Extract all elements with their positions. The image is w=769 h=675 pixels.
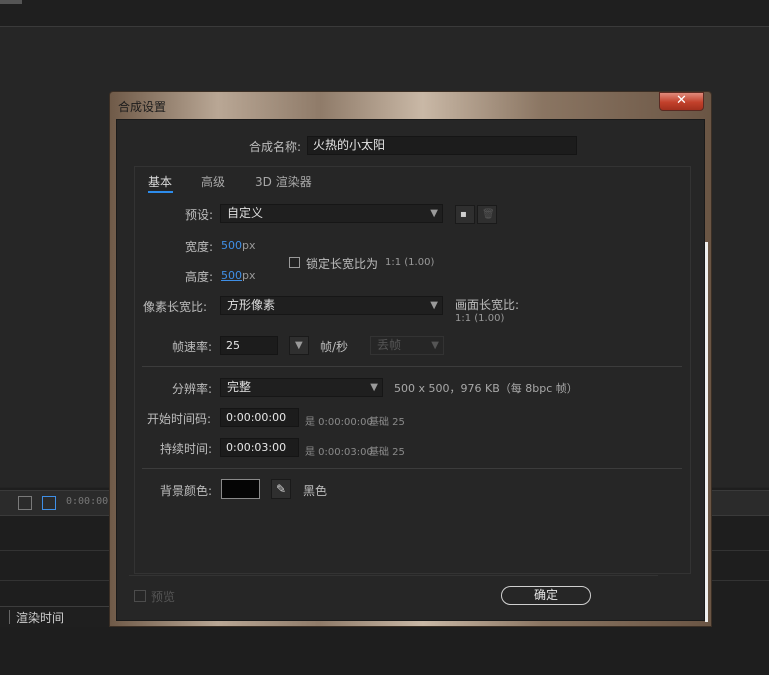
comp-icon[interactable] — [18, 496, 32, 510]
width-unit: px — [242, 239, 256, 252]
width-value[interactable]: 500 — [221, 239, 242, 252]
start-timecode-label: 开始时间码: — [147, 412, 212, 426]
eyedropper-button[interactable]: ✎ — [271, 479, 291, 499]
pixel-aspect-label: 像素长宽比: — [143, 300, 208, 314]
bg-color-swatch[interactable] — [221, 479, 260, 499]
trash-icon: 🗑 — [482, 209, 495, 220]
chevron-down-icon: ▼ — [431, 340, 439, 351]
drop-frame-dropdown: 丢帧 ▼ — [370, 336, 444, 355]
resolution-info: 500 x 500，976 KB（每 8bpc 帧） — [394, 382, 578, 395]
preview-checkbox — [134, 590, 146, 602]
comp-name-input[interactable]: 火热的小太阳 — [307, 136, 577, 155]
composition-settings-dialog: 合成设置 ✕ 合成名称: 火热的小太阳 基本 高级 3D 渲染器 预设: 自定义… — [109, 91, 712, 627]
footer-divider — [129, 575, 658, 576]
render-separator — [9, 610, 10, 624]
duration-label: 持续时间: — [160, 442, 213, 456]
frame-rate-input[interactable]: 25 — [220, 336, 278, 355]
start-timecode-is: 是 0:00:00:00 — [305, 417, 373, 428]
timeline-toolbar-right — [712, 490, 769, 516]
close-button[interactable]: ✕ — [659, 92, 704, 111]
lock-aspect-label: 锁定长宽比为 — [306, 257, 379, 271]
width-label: 宽度: — [185, 240, 214, 254]
lock-aspect-ratio: 1:1 (1.00) — [385, 257, 435, 268]
frame-rate-label: 帧速率: — [172, 340, 213, 354]
frame-rate-menu-button[interactable]: ▼ — [289, 336, 309, 355]
comp-name-label: 合成名称: — [249, 140, 302, 154]
start-timecode-base: 基础 25 — [369, 417, 405, 428]
tab-advanced[interactable]: 高级 — [201, 173, 225, 190]
frame-aspect-value: 1:1 (1.00) — [455, 313, 505, 324]
dialog-body: 合成名称: 火热的小太阳 基本 高级 3D 渲染器 预设: 自定义 ▼ ▪ 🗑 … — [116, 119, 705, 621]
preset-dropdown[interactable]: 自定义 ▼ — [220, 204, 443, 223]
dialog-title: 合成设置 — [118, 100, 167, 114]
frame-rate-unit: 帧/秒 — [320, 340, 349, 354]
render-time-label: 渲染时间 — [16, 611, 65, 625]
timeline-timecode[interactable]: 0:00:00 — [66, 496, 108, 507]
render-time-bar: 渲染时间 — [0, 606, 110, 627]
chevron-down-icon: ▼ — [370, 382, 378, 393]
bg-color-label: 背景颜色: — [160, 484, 213, 498]
pixel-aspect-dropdown[interactable]: 方形像素 ▼ — [220, 296, 443, 315]
pixel-aspect-value: 方形像素 — [227, 298, 276, 312]
close-icon: ✕ — [676, 93, 687, 108]
chevron-down-icon: ▼ — [430, 300, 438, 311]
save-preset-button[interactable]: ▪ — [455, 205, 475, 224]
comp-flow-icon[interactable] — [42, 496, 56, 510]
app-top-bar — [0, 0, 769, 27]
height-label: 高度: — [185, 270, 214, 284]
height-value[interactable]: 500 — [221, 269, 242, 282]
section-divider — [142, 366, 682, 367]
lock-aspect-checkbox[interactable] — [289, 257, 300, 268]
start-timecode-input[interactable]: 0:00:00:00 — [220, 408, 299, 427]
frame-aspect-label: 画面长宽比: — [455, 298, 520, 312]
chevron-down-icon: ▼ — [430, 208, 438, 219]
section-divider — [142, 468, 682, 469]
timeline-toolbar: 0:00:00 — [0, 490, 110, 516]
tab-3d-renderer[interactable]: 3D 渲染器 — [255, 173, 312, 190]
panel-tab-stub[interactable] — [0, 0, 22, 4]
eyedropper-icon: ✎ — [275, 482, 287, 496]
resolution-label: 分辨率: — [172, 382, 213, 396]
settings-group — [134, 166, 691, 574]
delete-preset-button[interactable]: 🗑 — [477, 205, 497, 224]
duration-is: 是 0:00:03:00 — [305, 447, 373, 458]
resolution-value: 完整 — [227, 380, 252, 394]
save-preset-icon: ▪ — [460, 209, 467, 220]
tab-basic[interactable]: 基本 — [148, 173, 172, 190]
resolution-dropdown[interactable]: 完整 ▼ — [220, 378, 383, 397]
chevron-down-icon: ▼ — [295, 340, 303, 351]
preset-label: 预设: — [185, 208, 214, 222]
active-tab-indicator — [148, 191, 173, 193]
height-unit: px — [242, 269, 256, 282]
ok-button[interactable]: 确定 — [501, 586, 591, 605]
duration-input[interactable]: 0:00:03:00 — [220, 438, 299, 457]
bg-color-name: 黑色 — [303, 484, 328, 498]
duration-base: 基础 25 — [369, 447, 405, 458]
preview-label: 预览 — [151, 590, 176, 604]
drop-frame-value: 丢帧 — [377, 338, 402, 352]
preset-value: 自定义 — [227, 206, 264, 220]
dialog-scrollbar[interactable] — [705, 242, 708, 622]
